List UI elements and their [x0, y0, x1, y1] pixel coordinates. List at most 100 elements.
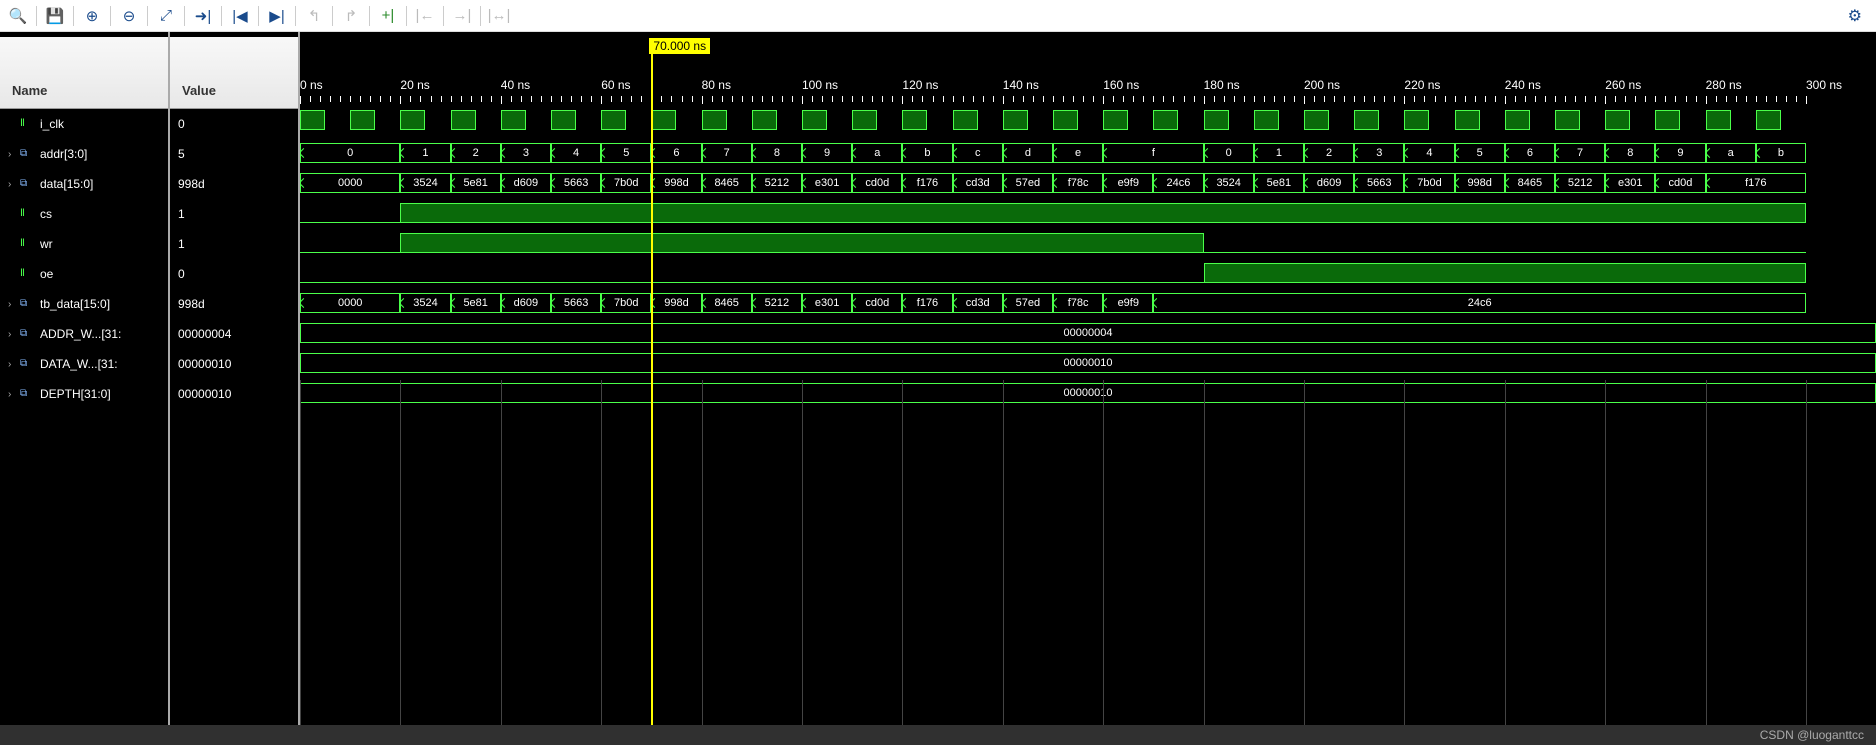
- signal-name: data[15:0]: [40, 177, 93, 191]
- signal-row[interactable]: Ⅱcs: [0, 199, 168, 229]
- clk-pulse: [1153, 110, 1178, 130]
- expand-icon[interactable]: ›: [8, 299, 20, 310]
- zoom-fit-icon[interactable]: ⤢: [152, 2, 180, 30]
- go-start-icon[interactable]: |◀: [226, 2, 254, 30]
- wave-row[interactable]: [300, 200, 1876, 230]
- value-row: 998d: [170, 289, 298, 319]
- signal-name: DEPTH[31:0]: [40, 387, 111, 401]
- bus-segment: cd0d: [852, 293, 902, 313]
- expand-icon[interactable]: ›: [8, 329, 20, 340]
- clk-pulse: [1555, 110, 1580, 130]
- bus-segment: 8465: [702, 293, 752, 313]
- wave-row[interactable]: [300, 110, 1876, 140]
- clk-pulse: [1304, 110, 1329, 130]
- bus-segment: 6: [1505, 143, 1555, 163]
- value-row: 00000010: [170, 349, 298, 379]
- time-tick: 0 ns: [300, 78, 323, 92]
- signal-icon: Ⅱ: [20, 208, 36, 220]
- zoom-in-icon[interactable]: ⊕: [78, 2, 106, 30]
- clk-pulse: [1354, 110, 1379, 130]
- bus-segment: f: [1103, 143, 1203, 163]
- bus-segment: 7: [702, 143, 752, 163]
- wave-row[interactable]: 00000010: [300, 350, 1876, 380]
- wave-row[interactable]: [300, 260, 1876, 290]
- clk-pulse: [1756, 110, 1781, 130]
- bus-segment: 7: [1555, 143, 1605, 163]
- signal-row[interactable]: ›⧉DATA_W...[31:: [0, 349, 168, 379]
- grid-area: [300, 380, 1876, 725]
- time-tick: 180 ns: [1204, 78, 1240, 92]
- bus-segment: a: [852, 143, 902, 163]
- time-tick: 40 ns: [501, 78, 530, 92]
- value-row: 998d: [170, 169, 298, 199]
- clk-pulse: [1505, 110, 1530, 130]
- wave-row[interactable]: 000035245e81d60956637b0d998d84655212e301…: [300, 170, 1876, 200]
- clk-pulse: [1404, 110, 1429, 130]
- value-row: 0: [170, 109, 298, 139]
- cursor-line[interactable]: [651, 38, 653, 725]
- settings-icon[interactable]: ⚙: [1848, 6, 1872, 26]
- signal-row[interactable]: ›⧉addr[3:0]: [0, 139, 168, 169]
- signal-row[interactable]: Ⅱoe: [0, 259, 168, 289]
- go-end-icon[interactable]: ▶|: [263, 2, 291, 30]
- expand-icon[interactable]: ›: [8, 149, 20, 160]
- level-low: [300, 251, 400, 253]
- wave-row[interactable]: 000035245e81d60956637b0d998d84655212e301…: [300, 290, 1876, 320]
- bus-segment: f176: [902, 293, 952, 313]
- bus-segment: b: [1756, 143, 1806, 163]
- bus-segment: 7b0d: [601, 173, 651, 193]
- signal-row[interactable]: ›⧉tb_data[15:0]: [0, 289, 168, 319]
- next-edge-icon: ↱: [337, 2, 365, 30]
- value-row: 1: [170, 229, 298, 259]
- signal-row[interactable]: Ⅱi_clk: [0, 109, 168, 139]
- bus-segment: f78c: [1053, 293, 1103, 313]
- const-bus: 00000004: [300, 323, 1876, 343]
- bus-segment: 0: [300, 143, 400, 163]
- value-row: 00000010: [170, 379, 298, 409]
- expand-icon[interactable]: ›: [8, 389, 20, 400]
- goto-cursor-icon[interactable]: ➜|: [189, 2, 217, 30]
- signal-name: cs: [40, 207, 52, 221]
- zoom-out-icon[interactable]: ⊖: [115, 2, 143, 30]
- expand-icon[interactable]: ›: [8, 179, 20, 190]
- expand-icon[interactable]: ›: [8, 359, 20, 370]
- bus-segment: d609: [501, 173, 551, 193]
- wave-row[interactable]: 0123456789abcdef0123456789ab: [300, 140, 1876, 170]
- save-icon[interactable]: 💾: [41, 2, 69, 30]
- bus-segment: 3: [501, 143, 551, 163]
- level-low: [300, 281, 1204, 283]
- cursor-label[interactable]: 70.000 ns: [649, 38, 710, 54]
- level-high: [400, 203, 1806, 223]
- waveform-panel[interactable]: 70.000 ns 0 ns20 ns40 ns60 ns80 ns100 ns…: [300, 32, 1876, 725]
- clk-pulse: [1003, 110, 1028, 130]
- bus-segment: 5663: [551, 173, 601, 193]
- signal-row[interactable]: ›⧉data[15:0]: [0, 169, 168, 199]
- clk-pulse: [1655, 110, 1680, 130]
- bus-segment: e301: [802, 293, 852, 313]
- value-row: 00000004: [170, 319, 298, 349]
- add-marker-icon[interactable]: +|: [374, 2, 402, 30]
- swap-marker-icon: |↔|: [485, 2, 513, 30]
- bus-segment: 5212: [752, 293, 802, 313]
- bus-segment: cd3d: [953, 293, 1003, 313]
- bus-segment: f78c: [1053, 173, 1103, 193]
- bus-segment: 24c6: [1153, 293, 1806, 313]
- wave-row[interactable]: 00000004: [300, 320, 1876, 350]
- prev-edge-icon: ↰: [300, 2, 328, 30]
- wave-area[interactable]: 0123456789abcdef0123456789ab000035245e81…: [300, 110, 1876, 410]
- search-icon[interactable]: 🔍: [4, 2, 32, 30]
- time-tick: 120 ns: [902, 78, 938, 92]
- bus-segment: 5212: [1555, 173, 1605, 193]
- clk-pulse: [953, 110, 978, 130]
- clk-pulse: [702, 110, 727, 130]
- time-tick: 260 ns: [1605, 78, 1641, 92]
- bus-segment: 5663: [551, 293, 601, 313]
- signal-row[interactable]: ›⧉ADDR_W...[31:: [0, 319, 168, 349]
- signal-row[interactable]: ›⧉DEPTH[31:0]: [0, 379, 168, 409]
- wave-row[interactable]: [300, 230, 1876, 260]
- signal-row[interactable]: Ⅱwr: [0, 229, 168, 259]
- signal-name: addr[3:0]: [40, 147, 87, 161]
- clk-pulse: [1455, 110, 1480, 130]
- level-high: [400, 233, 1203, 253]
- bus-segment: 8: [1605, 143, 1655, 163]
